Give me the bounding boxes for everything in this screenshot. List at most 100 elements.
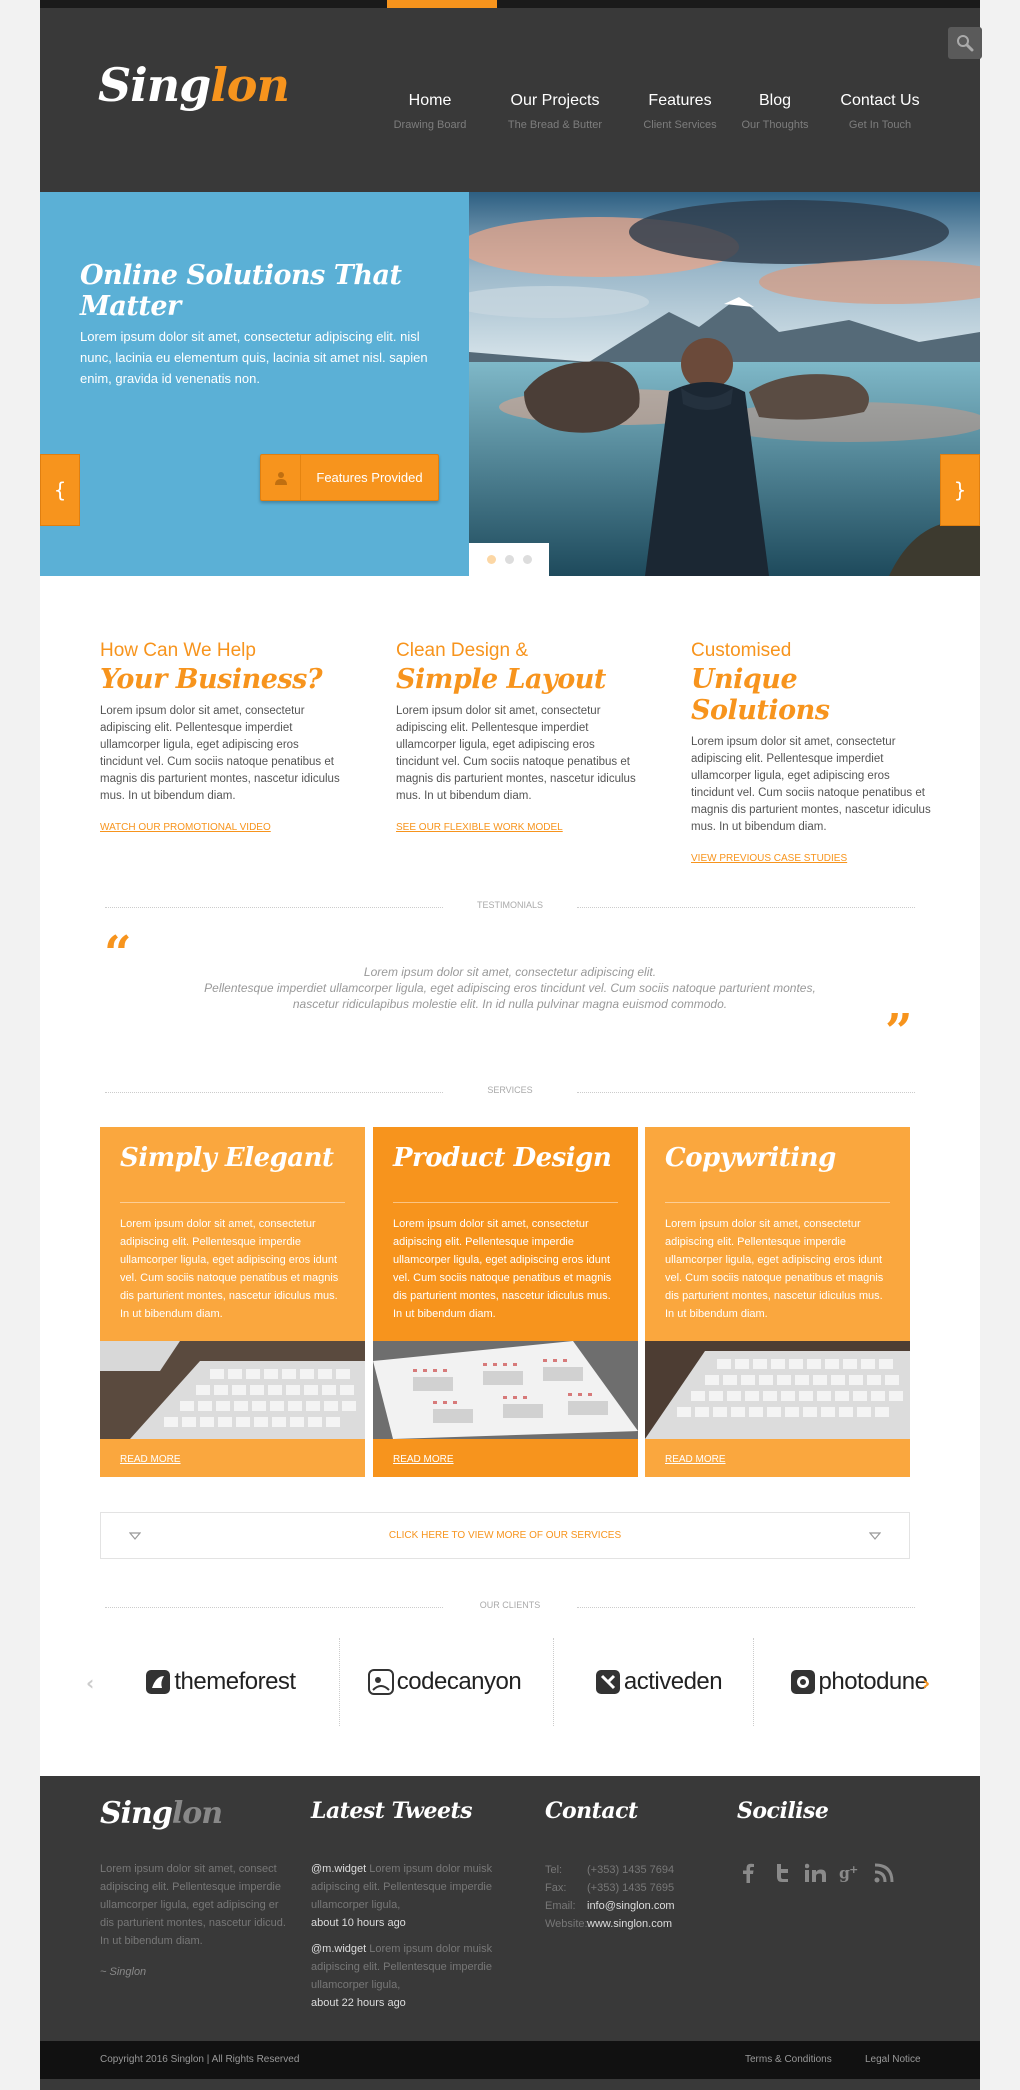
service-text: Lorem ipsum dolor sit amet, consectetur … xyxy=(120,1218,339,1320)
footer-about-text: Lorem ipsum dolor sit amet, consect adip… xyxy=(100,1863,286,1947)
clients-divider: OUR CLIENTS xyxy=(105,1600,915,1614)
slider-dot[interactable] xyxy=(522,555,532,564)
testimonials-heading: TESTIMONIALS xyxy=(476,900,543,910)
nav-item-blog[interactable]: Blog Our Thoughts xyxy=(730,92,820,131)
twitter-icon[interactable] xyxy=(771,1862,793,1884)
client-name: codecanyon xyxy=(396,1668,522,1695)
contact-value: (+353) 1435 7694 xyxy=(587,1864,675,1876)
contact-email-link[interactable]: info@singlon.com xyxy=(587,1900,675,1912)
clients-prev-button[interactable]: ‹ xyxy=(86,1671,94,1695)
nav-item-home[interactable]: Home Drawing Board xyxy=(380,92,480,131)
activeden-icon xyxy=(595,1670,620,1694)
contact-website-link[interactable]: www.singlon.com xyxy=(587,1918,672,1930)
top-accent-highlight xyxy=(387,0,497,8)
service-image-calendar xyxy=(373,1341,638,1439)
testimonial-text: Lorem ipsum dolor sit amet, consectetur … xyxy=(180,964,840,1012)
social-links: g + xyxy=(737,1862,895,1884)
top-accent-bar xyxy=(40,0,980,8)
logo-main-text: Sing xyxy=(100,1796,173,1831)
contact-key: Website: xyxy=(545,1918,588,1930)
feature-subtitle: Clean Design & xyxy=(396,640,529,661)
feature-link[interactable]: SEE OUR FLEXIBLE WORK MODEL xyxy=(396,822,636,833)
client-name: photodune xyxy=(818,1668,928,1695)
footer-logo[interactable]: Singlon xyxy=(100,1796,223,1831)
nav-item-features[interactable]: Features Client Services xyxy=(630,92,730,131)
search-icon xyxy=(957,35,974,52)
service-read-more-link[interactable]: READ MORE xyxy=(120,1454,181,1465)
slider-next-button[interactable]: } xyxy=(940,454,980,526)
chevron-down-icon xyxy=(869,1531,881,1541)
feature-column: Clean Design & Simple Layout Lorem ipsum… xyxy=(396,640,636,833)
feature-title: Your Business? xyxy=(100,664,323,695)
contact-fax: Fax: (+353) 1435 7695 xyxy=(545,1882,674,1894)
themeforest-icon xyxy=(146,1670,171,1694)
nav-sub: The Bread & Butter xyxy=(507,119,603,131)
service-read-more-link[interactable]: READ MORE xyxy=(393,1454,454,1465)
service-read-more-link[interactable]: READ MORE xyxy=(665,1454,726,1465)
nav-sub: Client Services xyxy=(643,119,717,131)
services-grid: Simply Elegant Lorem ipsum dolor sit ame… xyxy=(100,1127,910,1477)
search-button[interactable] xyxy=(948,27,982,59)
bottom-bar: Copyright 2016 Singlon | All Rights Rese… xyxy=(40,2041,980,2079)
clients-heading: OUR CLIENTS xyxy=(479,1600,541,1610)
slider-prev-button[interactable]: { xyxy=(40,454,80,526)
facebook-icon[interactable] xyxy=(737,1862,759,1884)
rss-icon[interactable] xyxy=(873,1862,895,1884)
tweet: @m.widget Lorem ipsum dolor muisk adipis… xyxy=(311,1940,511,2012)
feature-title: Simple Layout xyxy=(396,664,606,695)
main-nav: Home Drawing Board Our Projects The Brea… xyxy=(40,92,980,152)
service-title: Copywriting xyxy=(665,1143,836,1173)
slider-dot[interactable] xyxy=(486,555,496,564)
contact-heading: Contact xyxy=(545,1798,638,1824)
service-image-keyboard xyxy=(100,1341,365,1439)
tweet-time: about 10 hours ago xyxy=(311,1917,406,1929)
site-header: Singlon Home Drawing Board Our Projects … xyxy=(40,8,982,192)
feature-link[interactable]: VIEW PREVIOUS CASE STUDIES xyxy=(691,853,931,864)
footer-signature: ~ Singlon xyxy=(100,1966,147,1978)
contact-key: Tel: xyxy=(545,1864,563,1876)
legal-notice-link[interactable]: Legal Notice xyxy=(865,2054,921,2065)
tweet: @m.widget Lorem ipsum dolor muisk adipis… xyxy=(311,1860,511,1932)
photodune-icon xyxy=(790,1670,815,1694)
open-quote-icon: “ xyxy=(104,926,132,982)
view-more-services-label: CLICK HERE TO VIEW MORE OF OUR SERVICES xyxy=(388,1530,622,1541)
nav-item-our-projects[interactable]: Our Projects The Bread & Butter xyxy=(500,92,610,131)
contact-email: Email: info@singlon.com xyxy=(545,1900,675,1912)
slider-pagination xyxy=(469,543,549,576)
nav-item-contact-us[interactable]: Contact Us Get In Touch xyxy=(830,92,930,131)
service-text: Lorem ipsum dolor sit amet, consectetur … xyxy=(665,1218,884,1320)
service-card: Copywriting Lorem ipsum dolor sit amet, … xyxy=(645,1127,910,1477)
tweet-handle[interactable]: @m.widget xyxy=(311,1943,366,1955)
close-quote-icon: ” xyxy=(885,1004,913,1060)
contact-value: (+353) 1435 7695 xyxy=(587,1882,675,1894)
svg-text:+: + xyxy=(849,1863,858,1876)
feature-text: Lorem ipsum dolor sit amet, consectetur … xyxy=(691,736,931,833)
feature-link[interactable]: WATCH OUR PROMOTIONAL VIDEO xyxy=(100,822,340,833)
service-card: Product Design Lorem ipsum dolor sit ame… xyxy=(373,1127,638,1477)
clients-next-button[interactable]: › xyxy=(922,1671,930,1695)
nav-label: Contact Us xyxy=(840,92,920,109)
nav-label: Our Projects xyxy=(510,92,600,109)
linkedin-icon[interactable] xyxy=(805,1862,827,1884)
latest-tweets-heading: Latest Tweets xyxy=(311,1798,473,1824)
slider-dot[interactable] xyxy=(504,555,514,564)
bottom-strip xyxy=(40,2079,980,2090)
testimonial-line: Lorem ipsum dolor sit amet, consectetur … xyxy=(363,965,657,979)
client-logo-activeden[interactable]: activeden xyxy=(558,1638,758,1726)
features-provided-button[interactable]: Features Provided xyxy=(260,454,439,501)
terms-link[interactable]: Terms & Conditions xyxy=(745,2054,832,2065)
google-plus-icon[interactable]: g + xyxy=(839,1862,861,1884)
logo-accent-text: lon xyxy=(171,1796,223,1831)
hero-slider: Online Solutions That Matter Lorem ipsum… xyxy=(40,192,980,576)
service-text: Lorem ipsum dolor sit amet, consectetur … xyxy=(393,1218,612,1320)
view-more-services-button[interactable]: CLICK HERE TO VIEW MORE OF OUR SERVICES xyxy=(100,1512,910,1559)
client-logo-codecanyon[interactable]: codecanyon xyxy=(344,1638,544,1726)
site-footer: Singlon Lorem ipsum dolor sit amet, cons… xyxy=(40,1776,980,2041)
nav-label: Blog xyxy=(758,92,792,109)
tweet-handle[interactable]: @m.widget xyxy=(311,1863,366,1875)
client-name: activeden xyxy=(623,1668,723,1695)
nav-sub: Our Thoughts xyxy=(741,119,809,131)
hero-text-panel: Online Solutions That Matter Lorem ipsum… xyxy=(40,192,469,576)
client-logo-themeforest[interactable]: themeforest xyxy=(120,1638,320,1726)
codecanyon-icon xyxy=(367,1669,394,1695)
